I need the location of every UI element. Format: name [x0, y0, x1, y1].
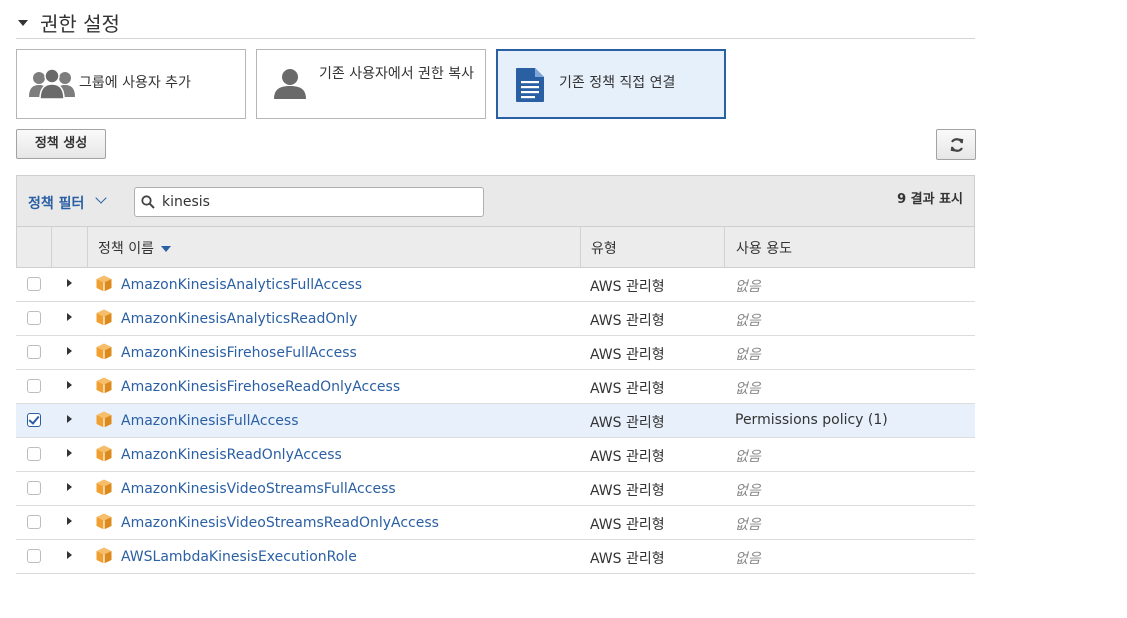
- policy-name-link[interactable]: AmazonKinesisFirehoseFullAccess: [121, 345, 357, 361]
- search-icon: [141, 194, 155, 213]
- policy-type: AWS 관리형: [590, 551, 665, 567]
- policy-usage: 없음: [735, 313, 761, 329]
- expand-arrow-icon[interactable]: [67, 279, 72, 287]
- column-name-label: 정책 이름: [98, 241, 154, 257]
- row-checkbox[interactable]: [27, 277, 41, 291]
- header-usage[interactable]: 사용 용도: [725, 227, 974, 267]
- tile-add-to-group[interactable]: 그룹에 사용자 추가: [16, 49, 246, 119]
- policy-cube-icon: [96, 275, 112, 296]
- header-type[interactable]: 유형: [581, 227, 725, 267]
- chevron-down-icon: [95, 192, 107, 204]
- column-usage-label: 사용 용도: [736, 241, 792, 257]
- tile-label: 그룹에 사용자 추가: [79, 75, 191, 91]
- policy-name-link[interactable]: AmazonKinesisFullAccess: [121, 413, 298, 429]
- policy-cube-icon: [96, 343, 112, 364]
- create-policy-button[interactable]: 정책 생성: [16, 129, 106, 159]
- policy-name-link[interactable]: AWSLambdaKinesisExecutionRole: [121, 549, 357, 565]
- table-header: 정책 이름 유형 사용 용도: [16, 226, 975, 268]
- permission-option-tiles: 그룹에 사용자 추가 기존 사용자에서 권한 복사 기존 정책 직접 연결: [16, 49, 726, 119]
- table-row[interactable]: AmazonKinesisVideoStreamsFullAccess AWS 관…: [16, 472, 975, 506]
- policy-type: AWS 관리형: [590, 381, 665, 397]
- policy-usage: 없음: [735, 347, 761, 363]
- policy-usage: 없음: [735, 517, 761, 533]
- table-row[interactable]: AmazonKinesisVideoStreamsReadOnlyAccess A…: [16, 506, 975, 540]
- expand-arrow-icon[interactable]: [67, 517, 72, 525]
- policy-cube-icon: [96, 377, 112, 398]
- row-checkbox[interactable]: [27, 379, 41, 393]
- table-row[interactable]: AmazonKinesisFullAccess AWS 관리형 Permission…: [16, 404, 975, 438]
- policy-cube-icon: [96, 445, 112, 466]
- policy-type: AWS 관리형: [590, 449, 665, 465]
- policy-name-link[interactable]: AmazonKinesisFirehoseReadOnlyAccess: [121, 379, 400, 395]
- policy-name-link[interactable]: AmazonKinesisAnalyticsFullAccess: [121, 277, 362, 293]
- header-policy-name[interactable]: 정책 이름: [88, 227, 581, 267]
- row-checkbox[interactable]: [27, 481, 41, 495]
- policy-cube-icon: [96, 513, 112, 534]
- policy-cube-icon: [96, 309, 112, 330]
- row-checkbox[interactable]: [27, 345, 41, 359]
- tile-copy-from-user[interactable]: 기존 사용자에서 권한 복사: [256, 49, 486, 119]
- refresh-icon: [949, 137, 965, 157]
- policy-usage: Permissions policy (1): [735, 412, 888, 428]
- policy-type: AWS 관리형: [590, 415, 665, 431]
- expand-arrow-icon[interactable]: [67, 313, 72, 321]
- table-row[interactable]: AWSLambdaKinesisExecutionRole AWS 관리형 없음: [16, 540, 975, 574]
- row-checkbox[interactable]: [27, 549, 41, 563]
- policy-cube-icon: [96, 479, 112, 500]
- table-row[interactable]: AmazonKinesisAnalyticsReadOnly AWS 관리형 없음: [16, 302, 975, 336]
- policy-usage: 없음: [735, 449, 761, 465]
- filter-policies-dropdown[interactable]: 정책 필터: [28, 193, 84, 213]
- tile-attach-policy[interactable]: 기존 정책 직접 연결: [496, 49, 726, 119]
- policy-type: AWS 관리형: [590, 279, 665, 295]
- permissions-section-header[interactable]: 권한 설정: [16, 8, 975, 39]
- expand-arrow-icon[interactable]: [67, 483, 72, 491]
- section-title: 권한 설정: [40, 12, 120, 36]
- policy-name-link[interactable]: AmazonKinesisVideoStreamsReadOnlyAccess: [121, 515, 439, 531]
- tile-label: 기존 사용자에서 권한 복사: [319, 66, 475, 82]
- table-row[interactable]: AmazonKinesisFirehoseReadOnlyAccess AWS 관…: [16, 370, 975, 404]
- sort-desc-icon: [160, 246, 171, 252]
- policy-name-link[interactable]: AmazonKinesisReadOnlyAccess: [121, 447, 342, 463]
- expand-arrow-icon[interactable]: [67, 347, 72, 355]
- header-select-column: [17, 227, 52, 267]
- document-icon: [515, 67, 545, 107]
- row-checkbox[interactable]: [27, 413, 41, 427]
- row-checkbox[interactable]: [27, 515, 41, 529]
- table-row[interactable]: AmazonKinesisAnalyticsFullAccess AWS 관리형 없…: [16, 268, 975, 302]
- policy-type: AWS 관리형: [590, 517, 665, 533]
- policy-usage: 없음: [735, 381, 761, 397]
- policy-table: 정책 필터 9 결과 표시 정책 이름 유형 사용 용도 Amaz: [16, 175, 975, 574]
- caret-down-icon: [18, 20, 28, 26]
- user-icon: [273, 67, 307, 105]
- policy-cube-icon: [96, 411, 112, 432]
- policy-name-link[interactable]: AmazonKinesisAnalyticsReadOnly: [121, 311, 357, 327]
- policy-type: AWS 관리형: [590, 483, 665, 499]
- result-count: 9 결과 표시: [897, 192, 963, 207]
- expand-arrow-icon[interactable]: [67, 415, 72, 423]
- policy-type: AWS 관리형: [590, 313, 665, 329]
- policy-name-link[interactable]: AmazonKinesisVideoStreamsFullAccess: [121, 481, 396, 497]
- policy-usage: 없음: [735, 279, 761, 295]
- search-box[interactable]: [134, 187, 484, 217]
- tile-label: 기존 정책 직접 연결: [559, 75, 676, 91]
- column-type-label: 유형: [591, 241, 617, 257]
- policy-type: AWS 관리형: [590, 347, 665, 363]
- table-body: AmazonKinesisAnalyticsFullAccess AWS 관리형 없…: [16, 268, 975, 574]
- header-expand-column: [52, 227, 88, 267]
- expand-arrow-icon[interactable]: [67, 381, 72, 389]
- row-checkbox[interactable]: [27, 311, 41, 325]
- users-group-icon: [29, 67, 75, 105]
- filter-bar: 정책 필터 9 결과 표시: [16, 175, 975, 226]
- expand-arrow-icon[interactable]: [67, 551, 72, 559]
- refresh-button[interactable]: [936, 129, 976, 160]
- row-checkbox[interactable]: [27, 447, 41, 461]
- expand-arrow-icon[interactable]: [67, 449, 72, 457]
- search-input[interactable]: [160, 191, 482, 213]
- table-row[interactable]: AmazonKinesisReadOnlyAccess AWS 관리형 없음: [16, 438, 975, 472]
- policy-usage: 없음: [735, 483, 761, 499]
- policy-usage: 없음: [735, 551, 761, 567]
- policy-cube-icon: [96, 547, 112, 568]
- table-row[interactable]: AmazonKinesisFirehoseFullAccess AWS 관리형 없음: [16, 336, 975, 370]
